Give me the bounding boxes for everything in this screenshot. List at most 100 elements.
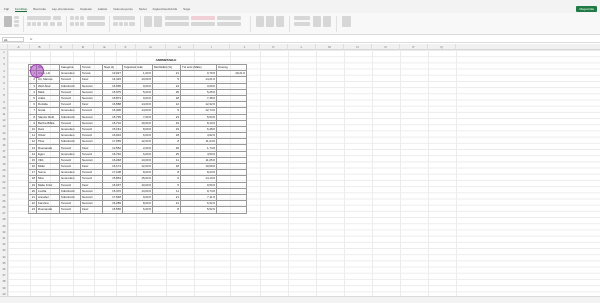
table-cell[interactable]: 8 [152, 206, 181, 214]
row-header[interactable]: 35 [0, 262, 8, 265]
table-cell[interactable]: 23 [28, 206, 37, 214]
insert-cells-icon[interactable] [256, 16, 264, 27]
font-family-select[interactable] [27, 16, 51, 20]
borders-icon[interactable] [43, 22, 48, 26]
row-header[interactable]: 15 [0, 138, 8, 141]
ribbon-tab[interactable]: Adatok [98, 7, 107, 11]
style-check-cell[interactable] [217, 22, 241, 26]
format-painter-icon[interactable] [14, 24, 19, 27]
align-right-icon[interactable] [80, 22, 84, 26]
row-header[interactable]: 30 [0, 231, 8, 234]
row-header[interactable]: 13 [0, 125, 8, 128]
style-good[interactable] [217, 16, 241, 20]
ribbon-tab[interactable]: Lap elrendezése [52, 7, 74, 11]
table-cell[interactable]: Rosmanda [36, 206, 60, 214]
ribbon-tab[interactable]: Fájl [4, 7, 9, 11]
ribbon-tab[interactable]: Beszúrás [33, 7, 46, 11]
fx-icon[interactable]: fx [30, 37, 32, 41]
row-header[interactable]: 17 [0, 150, 8, 153]
row-header[interactable]: 23 [0, 187, 8, 190]
row-header[interactable]: 37 [0, 274, 8, 277]
row-header[interactable]: 3 [0, 63, 8, 66]
fill-color-icon[interactable] [50, 22, 55, 26]
currency-icon[interactable] [113, 22, 118, 26]
row-header[interactable]: 1 [0, 51, 8, 54]
table-cell[interactable] [216, 206, 247, 214]
row-header[interactable]: 6 [0, 82, 8, 85]
bold-icon[interactable] [27, 22, 31, 26]
merge-center-icon[interactable] [87, 22, 105, 26]
copy-icon[interactable] [14, 20, 19, 23]
ribbon-tab[interactable]: Kezdőlap [14, 7, 28, 12]
align-middle-icon[interactable] [75, 16, 79, 20]
style-calculation[interactable] [191, 22, 215, 26]
row-header[interactable]: 12 [0, 119, 8, 122]
font-size-select[interactable] [53, 16, 61, 20]
font-color-icon[interactable] [57, 22, 62, 26]
row-header[interactable]: 20 [0, 169, 8, 172]
row-header[interactable]: 25 [0, 200, 8, 203]
row-header[interactable]: 21 [0, 175, 8, 178]
row-header[interactable]: 14 [0, 132, 8, 135]
delete-cells-icon[interactable] [266, 16, 274, 27]
row-header[interactable]: 4 [0, 70, 8, 73]
row-header[interactable]: 32 [0, 243, 8, 246]
row-header[interactable]: 24 [0, 194, 8, 197]
format-as-table-icon[interactable] [154, 16, 162, 27]
style-normal[interactable] [165, 16, 189, 20]
row-header[interactable]: 39 [0, 287, 8, 290]
row-header[interactable]: 19 [0, 163, 8, 166]
row-header[interactable]: 18 [0, 156, 8, 159]
row-header[interactable]: 38 [0, 280, 8, 283]
row-header[interactable]: 36 [0, 268, 8, 271]
row-header[interactable]: 34 [0, 256, 8, 259]
percent-icon[interactable] [119, 22, 123, 26]
style-neutral[interactable] [165, 22, 189, 26]
row-header[interactable]: 27 [0, 212, 8, 215]
table-cell[interactable]: 6,00 € [122, 206, 153, 214]
row-header[interactable]: 31 [0, 237, 8, 240]
ribbon-tab[interactable]: Súgó [183, 7, 190, 11]
row-header[interactable]: 28 [0, 218, 8, 221]
decimal-icon[interactable] [129, 22, 135, 26]
ribbon-tab[interactable]: Véleményezés [113, 7, 133, 11]
analyze-data-icon[interactable] [342, 16, 351, 27]
ribbon-tab[interactable]: Fejlesztőeszközök [153, 7, 178, 11]
table-cell[interactable]: Kész [80, 206, 103, 214]
format-cells-icon[interactable] [276, 16, 284, 27]
name-box[interactable]: A1 [2, 36, 24, 42]
style-bad[interactable] [191, 16, 215, 20]
row-header[interactable]: 26 [0, 206, 8, 209]
row-header[interactable]: 2 [0, 57, 8, 60]
row-header[interactable]: 29 [0, 225, 8, 228]
table-cell[interactable]: 16.550 [102, 206, 123, 214]
row-header[interactable]: 5 [0, 76, 8, 79]
row-header[interactable]: 8 [0, 94, 8, 97]
align-bottom-icon[interactable] [80, 16, 84, 20]
row-header[interactable]: 16 [0, 144, 8, 147]
autosum-icon[interactable] [294, 16, 310, 20]
row-header[interactable]: 22 [0, 181, 8, 184]
find-select-icon[interactable] [323, 16, 331, 27]
share-button[interactable]: Megosztás [576, 6, 597, 12]
sort-filter-icon[interactable] [313, 16, 321, 27]
italic-icon[interactable] [32, 22, 36, 26]
row-header[interactable]: 9 [0, 101, 8, 104]
fill-icon[interactable] [294, 22, 310, 26]
table-cell[interactable]: 5,52 € [180, 206, 217, 214]
underline-icon[interactable] [37, 22, 41, 26]
wrap-text-icon[interactable] [87, 16, 105, 20]
align-top-icon[interactable] [70, 16, 74, 20]
number-format-select[interactable] [113, 16, 135, 20]
comma-style-icon[interactable] [124, 22, 128, 26]
cut-icon[interactable] [14, 16, 19, 19]
row-header[interactable]: 11 [0, 113, 8, 116]
paste-icon[interactable] [4, 16, 12, 27]
row-header[interactable]: 7 [0, 88, 8, 91]
table-cell[interactable]: Tervező [59, 206, 81, 214]
align-center-icon[interactable] [75, 22, 79, 26]
row-header[interactable]: 10 [0, 107, 8, 110]
conditional-formatting-icon[interactable] [144, 16, 152, 27]
ribbon-tab[interactable]: Nézet [139, 7, 147, 11]
ribbon-tab[interactable]: Képletek [80, 7, 92, 11]
